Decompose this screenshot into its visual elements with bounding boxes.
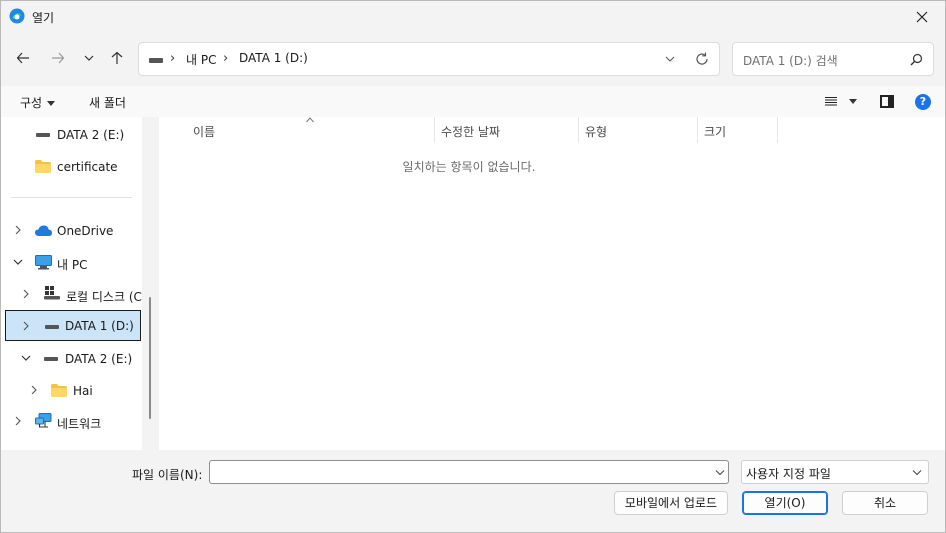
file-type-value: 사용자 지정 파일 xyxy=(746,467,831,481)
search-icon xyxy=(910,53,923,66)
drive-icon xyxy=(36,133,50,137)
preview-pane-icon[interactable] xyxy=(880,95,894,108)
column-header-type[interactable]: 유형 xyxy=(579,117,697,143)
up-button[interactable] xyxy=(105,46,129,70)
sidebar-item-my-pc[interactable]: 내 PC xyxy=(1,248,142,276)
arrow-right-icon xyxy=(52,52,65,64)
recent-locations-button[interactable] xyxy=(77,46,101,70)
chevron-right-icon[interactable] xyxy=(21,289,31,299)
sidebar-item-data2-quick[interactable]: DATA 2 (E:) xyxy=(1,120,142,148)
close-icon xyxy=(916,11,928,22)
file-type-select[interactable]: 사용자 지정 파일 xyxy=(741,460,929,484)
sidebar-item-data2[interactable]: DATA 2 (E:) xyxy=(1,344,142,372)
sidebar-item-data1[interactable]: DATA 1 (D:) xyxy=(5,310,141,341)
windows-drive-icon xyxy=(44,286,60,300)
title-bar: 열기 xyxy=(1,1,945,32)
sidebar-item-label: 내 PC xyxy=(57,258,88,272)
address-history-button[interactable] xyxy=(664,53,676,65)
breadcrumb-data1[interactable]: DATA 1 (D:) xyxy=(239,51,308,65)
view-dropdown-icon[interactable] xyxy=(849,99,857,104)
back-button[interactable] xyxy=(11,46,35,70)
window-title: 열기 xyxy=(32,11,55,25)
folder-icon xyxy=(51,384,67,397)
chevron-right-icon[interactable] xyxy=(13,225,23,235)
chevron-down-icon xyxy=(84,55,94,61)
caret-down-icon xyxy=(47,101,56,106)
app-icon xyxy=(9,8,25,24)
organize-button[interactable]: 구성 xyxy=(20,94,56,111)
sidebar-item-label: OneDrive xyxy=(57,224,114,238)
refresh-button[interactable] xyxy=(694,51,710,67)
sidebar-item-hai[interactable]: Hai xyxy=(1,376,142,404)
sidebar-item-label: DATA 2 (E:) xyxy=(65,352,133,366)
cancel-button[interactable]: 취소 xyxy=(842,491,928,515)
close-button[interactable] xyxy=(899,1,945,32)
chevron-down-icon xyxy=(912,470,922,476)
breadcrumb-my-pc[interactable]: 내 PC xyxy=(186,51,216,68)
chevron-right-icon[interactable] xyxy=(13,416,23,426)
column-header-label: 유형 xyxy=(585,125,608,139)
organize-label: 구성 xyxy=(20,96,43,110)
forward-button[interactable] xyxy=(46,46,70,70)
pc-icon xyxy=(35,255,52,270)
breadcrumb-separator: › xyxy=(170,51,176,66)
sidebar-item-label: 네트워크 xyxy=(57,417,102,431)
sidebar-item-label: certificate xyxy=(57,160,118,174)
chevron-down-icon[interactable] xyxy=(21,353,31,363)
chevron-down-icon[interactable] xyxy=(715,469,725,476)
new-folder-button[interactable]: 새 폴더 xyxy=(89,94,126,111)
arrow-up-icon xyxy=(111,51,123,64)
column-header-label: 수정한 날짜 xyxy=(441,125,501,139)
sidebar-item-certificate[interactable]: certificate xyxy=(1,152,142,180)
navigation-pane: DATA 2 (E:) certificate OneDrive 내 PC 로컬… xyxy=(1,117,142,450)
address-bar[interactable]: › 내 PC › DATA 1 (D:) xyxy=(138,42,720,76)
empty-state-message: 일치하는 항목이 없습니다. xyxy=(402,160,536,174)
sidebar-item-label: DATA 2 (E:) xyxy=(57,128,125,142)
sidebar-item-network[interactable]: 네트워크 xyxy=(1,407,142,435)
sidebar-item-onedrive[interactable]: OneDrive xyxy=(1,216,142,244)
column-header-label: 크기 xyxy=(704,125,727,139)
column-divider[interactable] xyxy=(777,117,778,143)
sidebar-item-label: Hai xyxy=(73,384,93,398)
open-button[interactable]: 열기(O) xyxy=(742,491,828,515)
refresh-icon xyxy=(696,52,708,65)
column-header-label: 이름 xyxy=(193,125,216,139)
search-placeholder: DATA 1 (D:) 검색 xyxy=(743,54,838,68)
breadcrumb-separator: › xyxy=(223,51,229,66)
chevron-down-icon xyxy=(665,56,675,62)
help-icon[interactable]: ? xyxy=(915,94,931,110)
folder-icon xyxy=(35,160,51,173)
file-list: 이름 수정한 날짜 유형 크기 일치하는 항목이 없습니다. xyxy=(159,117,945,450)
chevron-right-icon[interactable] xyxy=(29,385,39,395)
drive-icon xyxy=(44,357,58,361)
column-header-size[interactable]: 크기 xyxy=(698,117,777,143)
filename-input[interactable] xyxy=(209,460,729,484)
sidebar-item-label: 로컬 디스크 (C xyxy=(66,290,142,304)
column-header-name[interactable]: 이름 xyxy=(159,117,434,143)
sidebar-divider xyxy=(11,197,132,198)
network-icon xyxy=(35,413,52,428)
arrow-left-icon xyxy=(16,52,29,64)
open-file-dialog: 열기 › 내 PC › DATA 1 (D:) DATA 1 (D:) 검색 구… xyxy=(0,0,946,533)
chevron-down-icon[interactable] xyxy=(13,257,23,267)
search-box[interactable]: DATA 1 (D:) 검색 xyxy=(732,42,934,76)
column-header-modified[interactable]: 수정한 날짜 xyxy=(435,117,578,143)
sidebar-item-label: DATA 1 (D:) xyxy=(65,319,134,333)
sidebar-scroll-thumb[interactable] xyxy=(149,297,151,419)
cloud-icon xyxy=(35,225,52,236)
drive-icon xyxy=(45,325,59,329)
view-options-icon[interactable] xyxy=(824,96,838,107)
upload-from-mobile-button[interactable]: 모바일에서 업로드 xyxy=(614,491,728,515)
drive-icon xyxy=(149,58,163,63)
sidebar-item-local-disk-c[interactable]: 로컬 디스크 (C xyxy=(1,280,142,308)
dialog-footer: 파일 이름(N): 사용자 지정 파일 모바일에서 업로드 열기(O) 취소 xyxy=(1,450,945,532)
navigation-bar: › 내 PC › DATA 1 (D:) DATA 1 (D:) 검색 xyxy=(1,32,945,86)
chevron-right-icon[interactable] xyxy=(21,321,31,331)
filename-label: 파일 이름(N): xyxy=(132,468,203,482)
command-bar: 구성 새 폴더 ? xyxy=(1,86,945,117)
